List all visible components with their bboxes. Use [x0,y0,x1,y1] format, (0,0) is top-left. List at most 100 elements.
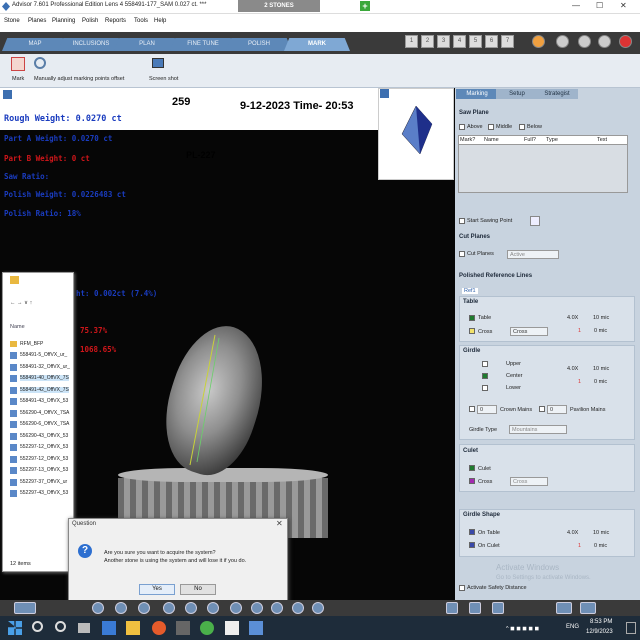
stone-number-3[interactable]: 3 [437,35,450,48]
crown-mains-count[interactable]: 0 [477,405,497,414]
view-toggle-icon[interactable] [492,602,504,614]
refresh-view-icon[interactable] [271,602,283,614]
gear-icon[interactable] [598,35,611,48]
stone-number-2[interactable]: 2 [421,35,434,48]
menu-tools[interactable]: Tools [134,18,148,24]
record-icon[interactable] [556,35,569,48]
prev-next-icon[interactable] [532,35,545,48]
file-item[interactable]: 558491-40_OffVX_7S [20,375,69,381]
file-item[interactable]: 556290-43_OffVX_53 [20,433,68,439]
menu-help[interactable]: Help [154,18,166,24]
file-item[interactable]: 558491-42_OffVX_7S [20,386,69,393]
explorer-name-column[interactable]: Name [10,324,25,330]
close-button[interactable]: ✕ [620,1,627,10]
stone-number-1[interactable]: 1 [405,35,418,48]
above-checkbox[interactable] [459,124,465,130]
grid-icon[interactable] [185,602,197,614]
firefox-icon[interactable] [152,621,166,635]
table-cross-checkbox[interactable] [469,328,475,334]
tab-inclusions[interactable]: INCLUSIONS [58,38,124,51]
crosshair-icon[interactable] [163,602,175,614]
table-cross-select[interactable]: Cross [510,327,548,336]
file-item[interactable]: 552297-12_OffVX_53 [20,456,68,462]
clock-time[interactable]: 8:53 PM [590,619,612,625]
culet-checkbox[interactable] [469,465,475,471]
stone-number-4[interactable]: 4 [453,35,466,48]
minimize-button[interactable]: — [572,1,580,10]
viewer-expand-icon[interactable] [3,90,12,99]
scroll-up-icon[interactable] [556,602,572,614]
maximize-button[interactable]: ☐ [596,1,603,10]
language-indicator[interactable]: ENG [566,624,579,630]
tab-fine-tune[interactable]: FINE TUNE [170,38,236,51]
explorer-icon[interactable] [126,621,140,635]
table-checkbox[interactable] [469,315,475,321]
target-icon[interactable] [34,57,46,69]
screenshot-label[interactable]: Screen shot [149,76,178,82]
sawing-point-button[interactable] [530,216,540,226]
menu-planning[interactable]: Planning [52,18,75,24]
facet-view-icon[interactable] [138,602,150,614]
cut-planes-select[interactable]: Active [507,250,559,259]
menu-polish[interactable]: Polish [82,18,98,24]
tab-plan[interactable]: PLAN [114,38,180,51]
start-sawing-checkbox[interactable] [459,218,465,224]
stone-number-5[interactable]: 5 [469,35,482,48]
arrows-icon[interactable] [230,602,242,614]
clock-date[interactable]: 12/9/2023 [586,629,613,635]
culet-cross-checkbox[interactable] [469,478,475,484]
mark-label[interactable]: Mark [12,76,24,82]
tab-mark[interactable]: MARK [284,38,350,51]
file-item[interactable]: 552297-12_OffVX_53 [20,444,68,450]
tab-map[interactable]: MAP [2,38,68,51]
on-culet-checkbox[interactable] [469,542,475,548]
dialog-close-icon[interactable]: ✕ [276,519,283,528]
cut-planes-checkbox[interactable] [459,251,465,257]
power-icon[interactable] [619,35,632,48]
refresh-icon[interactable] [578,35,591,48]
file-item[interactable]: 556290-6_OffVX_7SA [20,421,69,427]
menu-stone[interactable]: Stone [4,18,20,24]
scroll-down-icon[interactable] [580,602,596,614]
folder-item[interactable]: RFM_BFP [20,341,43,347]
notification-icon[interactable] [626,622,636,634]
file-item[interactable]: 552297-43_OffVX_53 [20,490,68,496]
cortana-icon[interactable] [55,621,66,632]
adjust-offset-label[interactable]: Manually adjust marking points offset [34,76,124,82]
file-item[interactable]: 552297-13_OffVX_53 [20,467,68,473]
preview-expand-icon[interactable] [380,89,389,98]
calendar-app-icon[interactable] [225,621,239,635]
add-stone-button[interactable]: + [360,1,370,11]
advisor-app-icon[interactable] [249,621,263,635]
yes-button[interactable]: Yes [139,584,175,595]
task-view-icon[interactable] [78,623,90,633]
explorer-nav-arrows[interactable]: ← → ∨ ↑ [10,300,32,306]
stone-number-6[interactable]: 6 [485,35,498,48]
green-app-icon[interactable] [200,621,214,635]
middle-checkbox[interactable] [488,124,494,130]
settings-small-icon[interactable] [469,602,481,614]
pavilion-mains-checkbox[interactable] [539,406,545,412]
mark-icon[interactable] [11,57,25,71]
tab-marking[interactable]: Marking [456,89,498,99]
safety-distance-checkbox[interactable] [459,585,465,591]
edge-icon[interactable] [102,621,116,635]
below-checkbox[interactable] [519,124,525,130]
tab-setup[interactable]: Setup [496,89,538,99]
camera-app-icon[interactable] [176,621,190,635]
menu-reports[interactable]: Reports [105,18,126,24]
cycle-icon[interactable] [251,602,263,614]
zoom-in-icon[interactable] [292,602,304,614]
menu-planes[interactable]: Planes [28,18,46,24]
light-icon[interactable] [207,602,219,614]
tab-polish[interactable]: POLISH [226,38,292,51]
system-tray-icons[interactable]: ^ ◼ ◼ ◼ ◼ ◼ [506,626,539,632]
diamond-view-icon[interactable] [115,602,127,614]
no-button[interactable]: No [180,584,216,595]
upper-checkbox[interactable] [482,361,488,367]
on-table-checkbox[interactable] [469,529,475,535]
pavilion-mains-count[interactable]: 0 [547,405,567,414]
file-item[interactable]: 552297-37_OffVX_ur [20,479,67,485]
tab-ref1[interactable]: Ref1 [462,288,478,294]
camera-icon[interactable] [446,602,458,614]
